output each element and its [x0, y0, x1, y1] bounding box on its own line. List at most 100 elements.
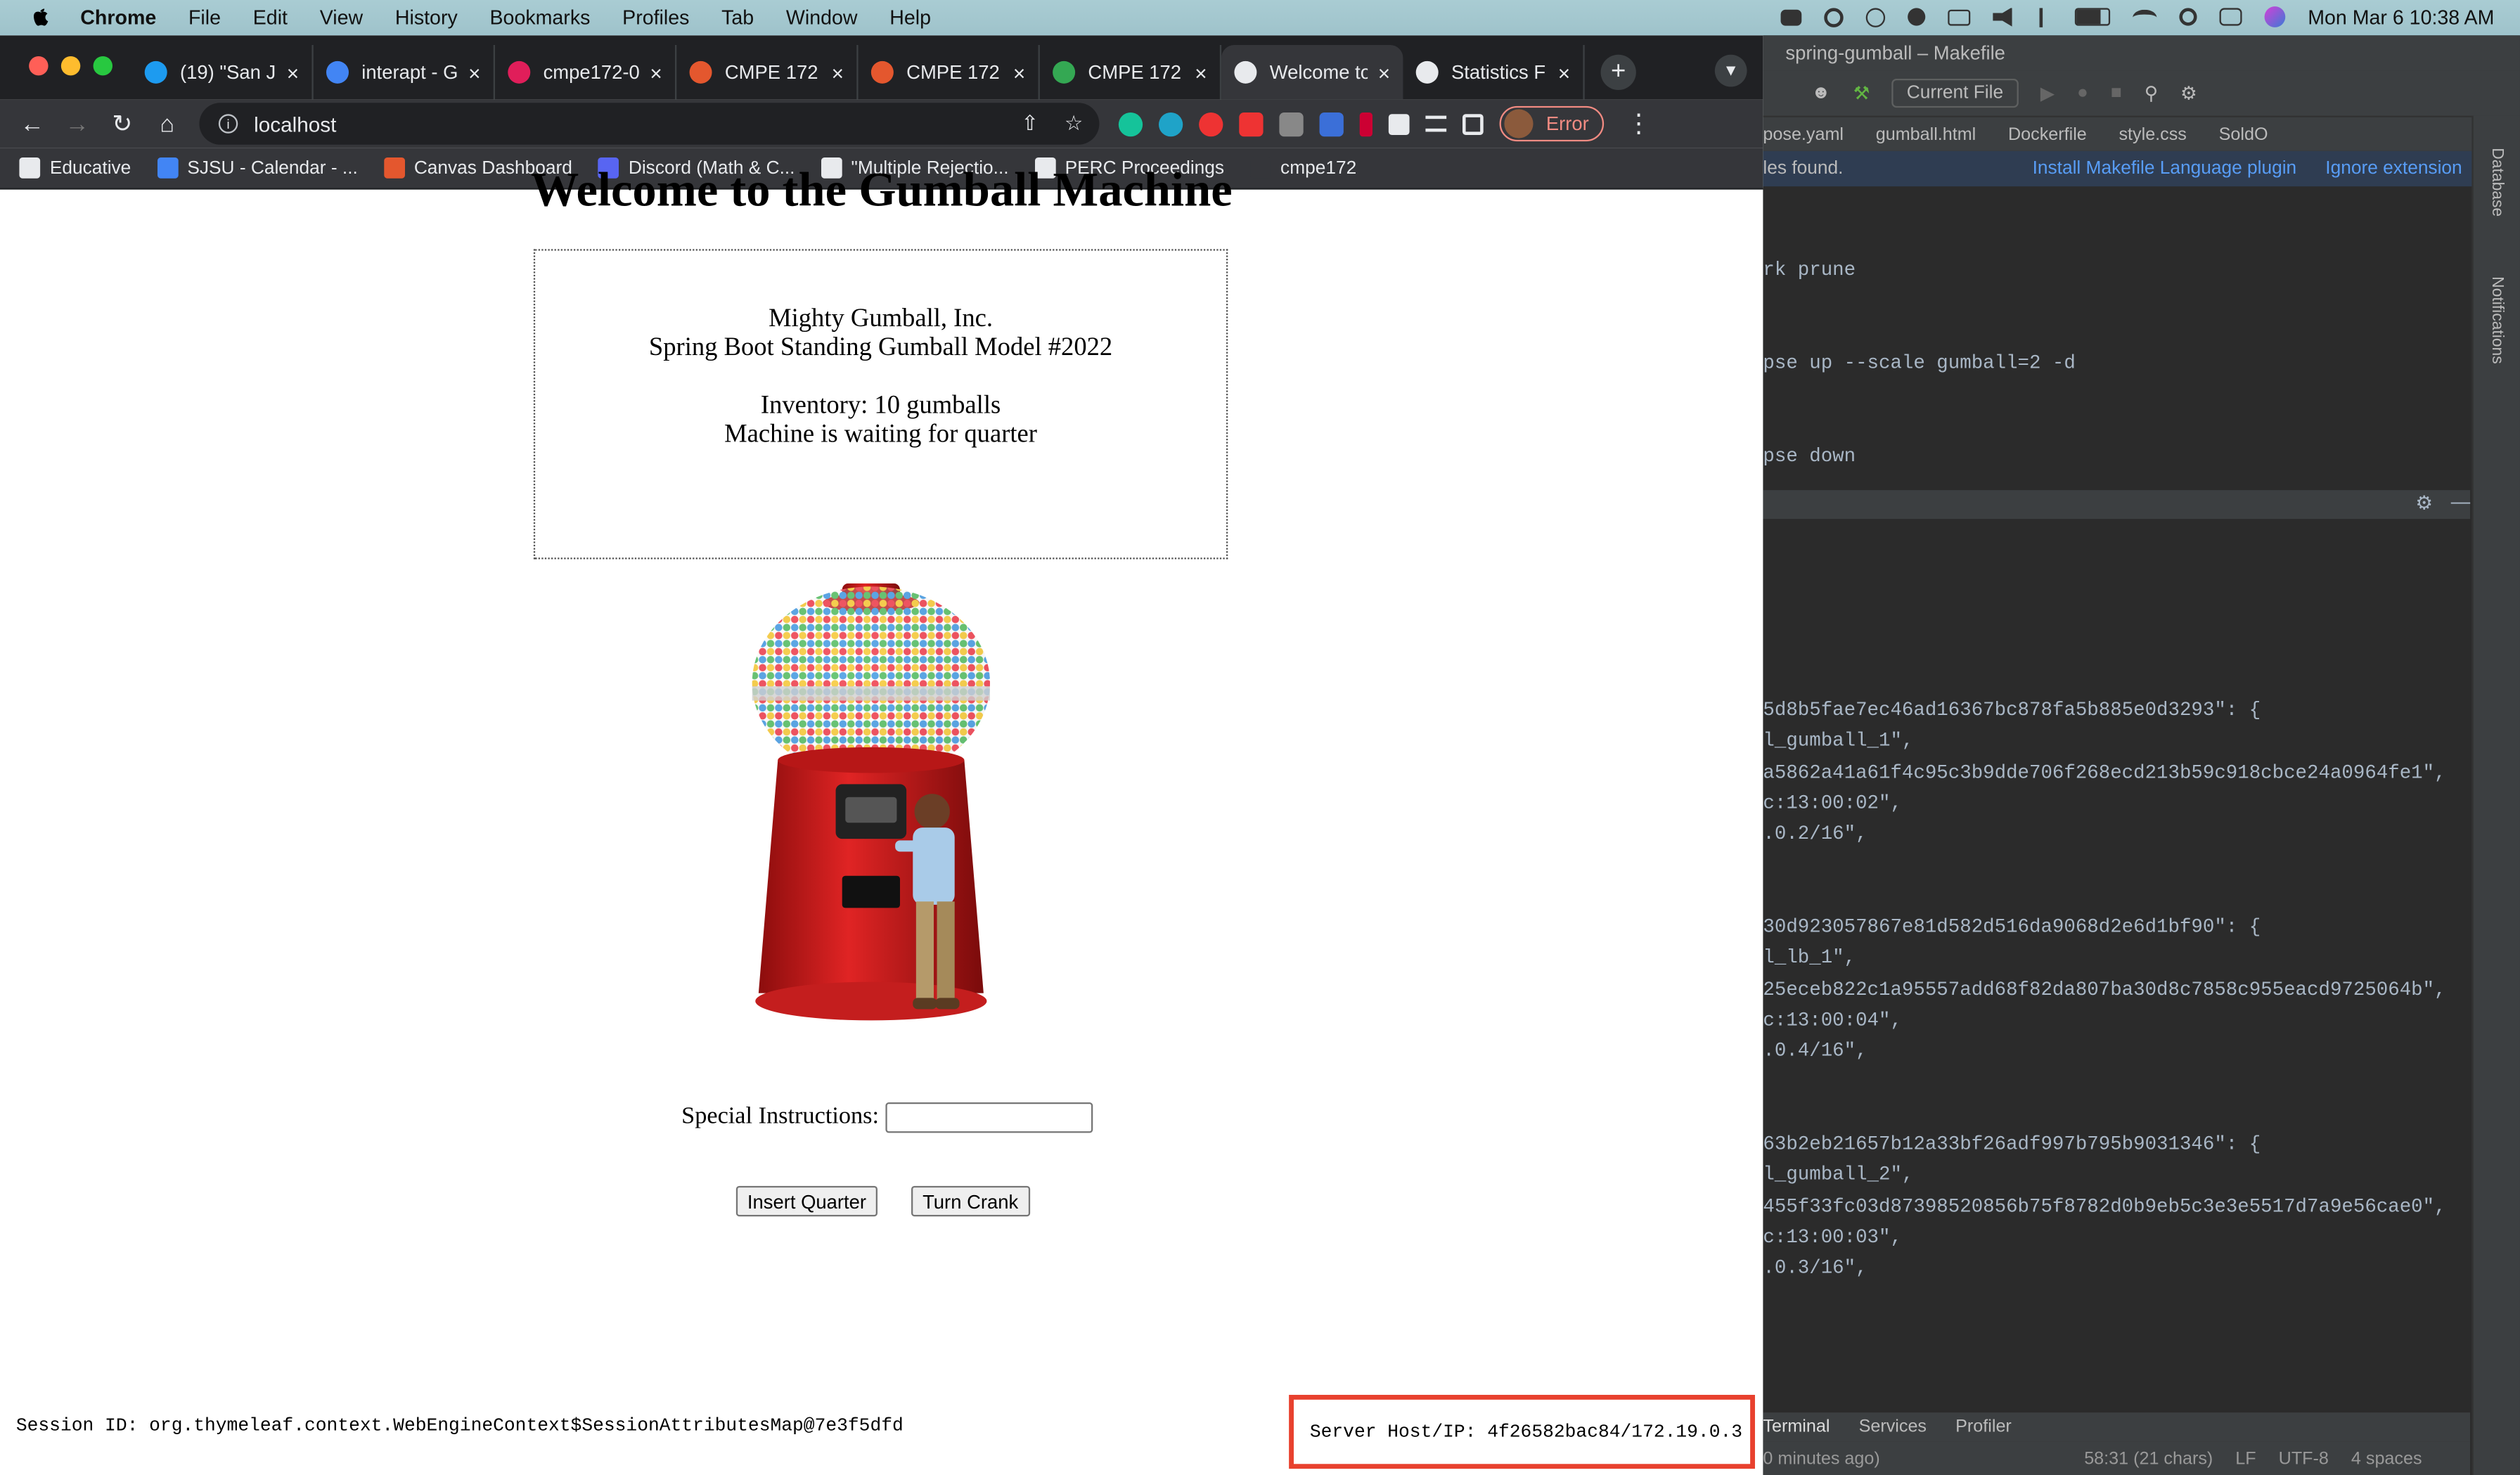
terminal-line: l_gumball_1",	[1763, 729, 1914, 752]
indent[interactable]: 4 spaces	[2351, 1449, 2422, 1468]
url-text[interactable]: localhost	[254, 112, 336, 136]
siri-icon[interactable]	[2264, 6, 2286, 27]
encoding[interactable]: UTF-8	[2279, 1449, 2329, 1468]
menu-profiles[interactable]: Profiles	[622, 6, 689, 28]
ignore-extension-link[interactable]: Ignore extension	[2325, 159, 2462, 178]
caret-position[interactable]: 58:31 (21 chars)	[2084, 1449, 2213, 1468]
browser-tab[interactable]: Statistics F ×	[1403, 44, 1585, 100]
home-icon[interactable]: ⌂	[145, 110, 190, 138]
extension-red-icon[interactable]	[1199, 111, 1223, 136]
debug-icon[interactable]: ●	[2077, 84, 2088, 103]
tool-tab-services[interactable]: Services	[1859, 1417, 1927, 1436]
extension-flag-icon[interactable]	[1359, 111, 1372, 136]
bookmark-star-icon[interactable]: ☆	[1065, 111, 1084, 137]
hammer-icon[interactable]: ⚒	[1853, 82, 1870, 104]
chrome-menu-icon[interactable]: ⋮	[1626, 108, 1652, 140]
special-instructions-input[interactable]	[885, 1102, 1093, 1133]
browser-tab[interactable]: CMPE 172 ×	[859, 44, 1040, 100]
media-icon[interactable]	[1425, 115, 1447, 132]
close-tab-icon[interactable]: ×	[1195, 60, 1207, 84]
extension-grey-icon[interactable]	[1279, 111, 1304, 136]
close-tab-icon[interactable]: ×	[1013, 60, 1025, 84]
tab-title: (19) "San J	[179, 60, 276, 84]
extension-youtube-icon[interactable]	[1239, 111, 1264, 136]
file-tab-style-css[interactable]: style.css	[2119, 124, 2186, 143]
keyboard-icon[interactable]	[1948, 8, 1971, 25]
address-bar[interactable]: i localhost ⇧ ☆	[199, 103, 1100, 145]
profile-error-button[interactable]: Error	[1499, 105, 1604, 142]
clock[interactable]: Mon Mar 6 10:38 AM	[2308, 6, 2494, 28]
menu-edit[interactable]: Edit	[253, 6, 288, 28]
menu-bookmarks[interactable]: Bookmarks	[489, 6, 590, 28]
user-icon[interactable]: ☻	[1811, 84, 1831, 103]
menu-window[interactable]: Window	[786, 6, 858, 28]
menu-tab[interactable]: Tab	[721, 6, 754, 28]
file-tab-compose[interactable]: pose.yaml	[1763, 124, 1844, 143]
file-tab-gumball-html[interactable]: gumball.html	[1876, 124, 1976, 143]
stop-icon[interactable]: ■	[2111, 84, 2122, 103]
extension-m-icon[interactable]	[1158, 111, 1183, 136]
apple-icon[interactable]	[29, 6, 51, 28]
insert-quarter-button[interactable]: Insert Quarter	[735, 1185, 878, 1217]
search-icon[interactable]	[2179, 8, 2197, 26]
puzzle-icon[interactable]	[1388, 113, 1410, 134]
menu-view[interactable]: View	[320, 6, 363, 28]
browser-tab[interactable]: Welcome to ×	[1221, 44, 1403, 100]
ide-settings-icon[interactable]: ⚙	[2180, 82, 2197, 104]
menu-file[interactable]: File	[188, 6, 221, 28]
tab-title: CMPE 172	[724, 60, 818, 84]
close-tab-icon[interactable]: ×	[832, 60, 844, 84]
terminal-output[interactable]: 5d8b5fae7ec46ad16367bc878fa5b885e0d3293"…	[1763, 519, 2471, 1419]
grammarly-icon[interactable]	[1118, 111, 1143, 136]
extension-blue-icon[interactable]	[1319, 111, 1344, 136]
turn-crank-button[interactable]: Turn Crank	[911, 1185, 1030, 1217]
site-info-icon[interactable]: i	[218, 114, 238, 134]
browser-tab[interactable]: cmpe172-0 ×	[495, 44, 677, 100]
terminal-minimize-icon[interactable]: —	[2451, 490, 2470, 513]
camera-icon[interactable]	[1780, 8, 1802, 25]
wifi-icon[interactable]	[2133, 8, 2157, 25]
browser-tab[interactable]: (19) "San J ×	[131, 44, 314, 100]
browser-tab[interactable]: CMPE 172 (×	[1040, 44, 1222, 100]
minimize-window-button[interactable]	[60, 56, 81, 76]
run-icon[interactable]: ▶	[2040, 82, 2055, 104]
file-tab-dockerfile[interactable]: Dockerfile	[2008, 124, 2087, 143]
forward-icon[interactable]: →	[55, 110, 100, 138]
play-icon[interactable]	[1865, 7, 1886, 27]
run-config-select[interactable]: Current File	[1892, 78, 2018, 108]
menu-help[interactable]: Help	[889, 6, 931, 28]
close-tab-icon[interactable]: ×	[1378, 60, 1390, 84]
menu-history[interactable]: History	[395, 6, 458, 28]
close-tab-icon[interactable]: ×	[650, 60, 662, 84]
side-panel-icon[interactable]	[1462, 113, 1484, 134]
notifications-tool[interactable]: Notifications	[2488, 276, 2505, 363]
install-plugin-link[interactable]: Install Makefile Language plugin	[2033, 159, 2297, 178]
zoom-window-button[interactable]	[93, 56, 112, 76]
control-center-icon[interactable]	[2219, 8, 2242, 26]
browser-tab[interactable]: CMPE 172 ×	[676, 44, 859, 100]
tool-tab-profiler[interactable]: Profiler	[1955, 1417, 2012, 1436]
close-tab-icon[interactable]: ×	[1558, 60, 1570, 84]
terminal-header: ⚙ —	[1763, 490, 2471, 520]
menu-app-name[interactable]: Chrome	[80, 6, 156, 28]
volume-icon[interactable]	[1993, 7, 2012, 27]
terminal-settings-icon[interactable]: ⚙	[2415, 491, 2433, 514]
close-window-button[interactable]	[29, 56, 49, 76]
ide-search-icon[interactable]: ⚲	[2145, 82, 2158, 104]
close-tab-icon[interactable]: ×	[287, 60, 299, 84]
back-icon[interactable]: ←	[10, 110, 55, 138]
new-tab-button[interactable]: +	[1600, 54, 1636, 90]
bluetooth-icon[interactable]	[2039, 7, 2052, 27]
share-icon[interactable]: ⇧	[1021, 111, 1039, 137]
file-tab-soldout[interactable]: SoldO	[2219, 124, 2268, 143]
reload-icon[interactable]: ↻	[100, 109, 145, 139]
line-separator[interactable]: LF	[2235, 1449, 2256, 1468]
browser-tab[interactable]: interapt - G ×	[314, 44, 495, 100]
sync-icon[interactable]	[1824, 7, 1844, 27]
close-tab-icon[interactable]: ×	[468, 60, 480, 84]
battery-icon[interactable]	[2074, 8, 2111, 26]
database-tool[interactable]: Database	[2488, 148, 2505, 217]
tool-tab-terminal[interactable]: Terminal	[1763, 1417, 1830, 1436]
moon-icon[interactable]	[1908, 8, 1926, 26]
tab-search-icon[interactable]: ▼	[1714, 54, 1747, 87]
